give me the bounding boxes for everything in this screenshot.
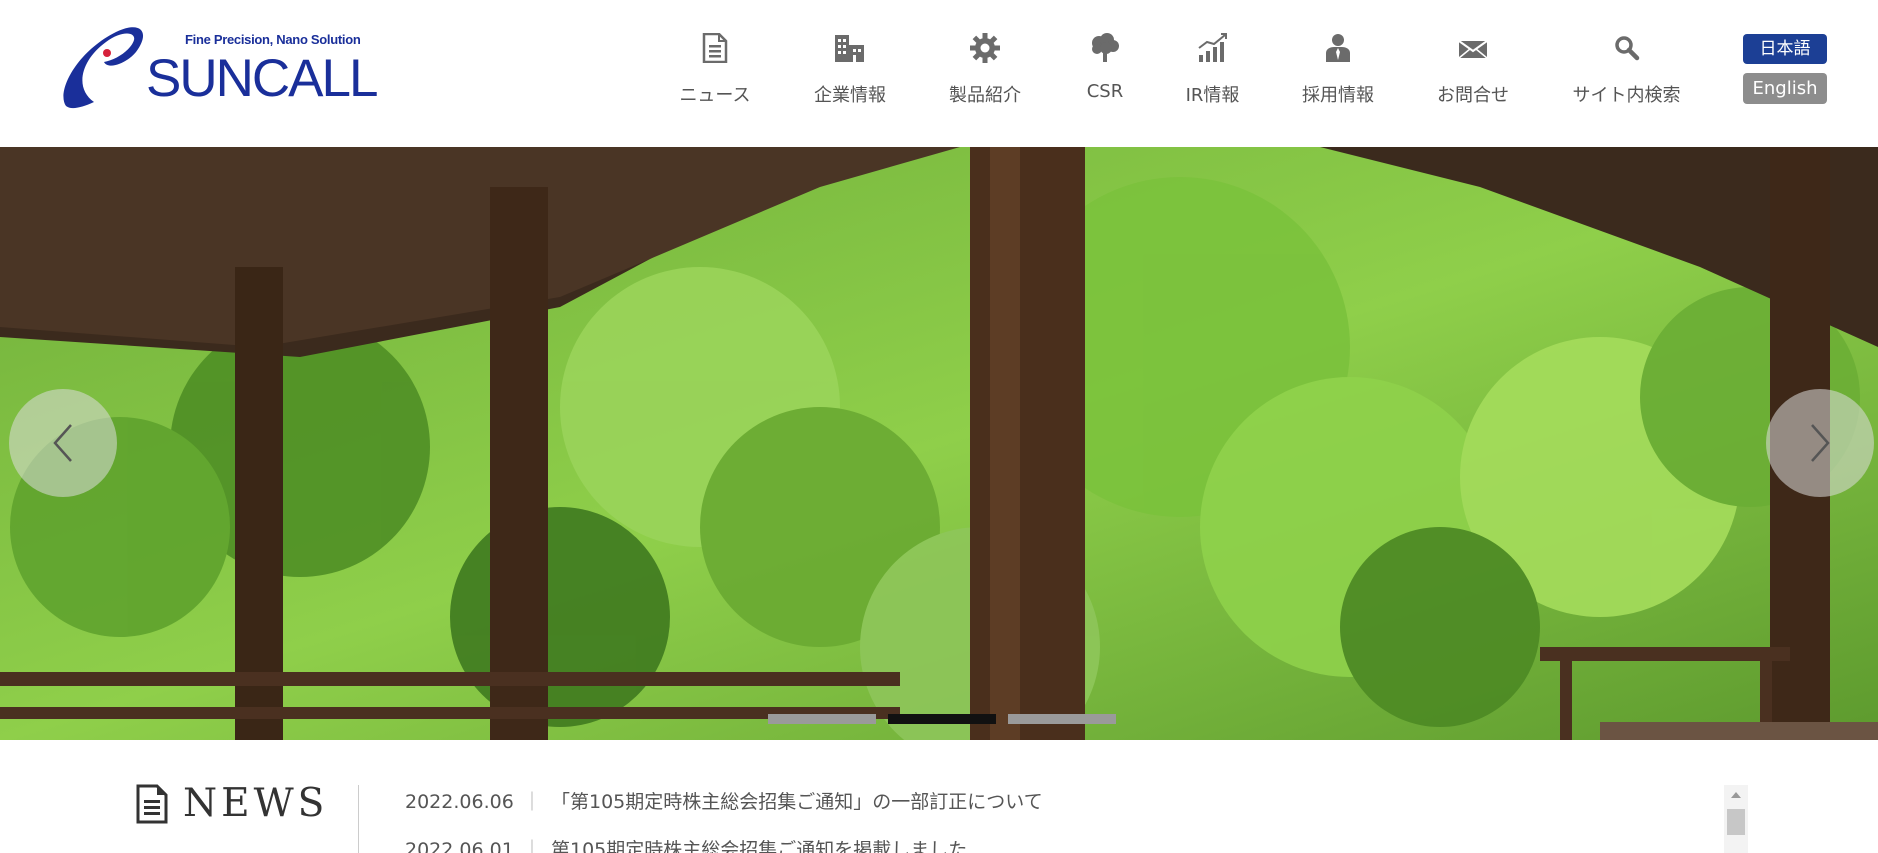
scroll-thumb[interactable] (1727, 809, 1745, 835)
nav-label-recruit: 採用情報 (1302, 85, 1374, 106)
slider-dot[interactable] (888, 714, 996, 724)
logo-tagline: Fine Precision, Nano Solution (185, 32, 361, 47)
slider-pagination (768, 714, 1118, 724)
news-title-link[interactable]: 第105期定時株主総会招集ご通知を掲載しました (551, 839, 967, 853)
news-title-link[interactable]: 「第105期定時株主総会招集ご通知」の一部訂正について (551, 791, 1043, 813)
document-icon (136, 784, 168, 824)
logo-swoosh-icon (63, 27, 144, 109)
scroll-up-button[interactable] (1724, 785, 1748, 805)
language-japanese-button[interactable]: 日本語 (1743, 34, 1827, 64)
news-separator: ｜ (522, 791, 542, 813)
nav-label-products: 製品紹介 (949, 85, 1021, 106)
slider-dot[interactable] (768, 714, 876, 724)
nav-label-company: 企業情報 (814, 85, 886, 106)
nav-label-csr: CSR (1086, 81, 1124, 102)
person-icon (1320, 30, 1356, 66)
nav-item-news[interactable]: ニュース (665, 30, 765, 110)
nav-label-search: サイト内検索 (1572, 85, 1681, 106)
news-date: 2022.06.06 (405, 791, 514, 813)
document-icon (697, 30, 733, 66)
nav-label-contact: お問合せ (1437, 85, 1509, 106)
nav-label-news: ニュース (679, 85, 751, 106)
news-scrollbar[interactable] (1724, 785, 1748, 853)
slider-next-button[interactable] (1766, 389, 1874, 497)
news-item[interactable]: 2022.06.06 ｜ 「第105期定時株主総会招集ご通知」の一部訂正について (405, 787, 1043, 813)
nav-item-recruit[interactable]: 採用情報 (1288, 30, 1388, 110)
site-header: Fine Precision, Nano Solution SUNCALL ニュ… (0, 0, 1878, 147)
news-item[interactable]: 2022.06.01 ｜ 第105期定時株主総会招集ご通知を掲載しました (405, 835, 967, 853)
nav-item-contact[interactable]: お問合せ (1423, 30, 1523, 110)
envelope-icon (1455, 30, 1491, 66)
building-icon (832, 30, 868, 66)
hero-slider (0, 147, 1878, 740)
nav-item-ir[interactable]: IR情報 (1175, 30, 1250, 110)
nav-label-ir: IR情報 (1185, 85, 1240, 106)
news-separator: ｜ (522, 839, 542, 853)
nav-item-search[interactable]: サイト内検索 (1560, 30, 1693, 110)
news-divider (358, 785, 359, 853)
news-date: 2022.06.01 (405, 839, 514, 853)
nav-item-products[interactable]: 製品紹介 (935, 30, 1035, 110)
logo-wordmark: SUNCALL (146, 49, 378, 108)
nav-item-company[interactable]: 企業情報 (800, 30, 900, 110)
news-heading: NEWS (135, 784, 328, 824)
gear-icon (967, 30, 1003, 66)
triangle-up-icon (1731, 792, 1741, 798)
news-heading-text: NEWS (183, 781, 329, 826)
chevron-right-icon (1811, 424, 1830, 462)
tree-icon (1087, 30, 1123, 66)
slider-dot[interactable] (1008, 714, 1116, 724)
chevron-left-icon (53, 424, 72, 462)
nav-item-csr[interactable]: CSR (1070, 30, 1140, 110)
slider-prev-button[interactable] (9, 389, 117, 497)
hero-garden-image (0, 147, 1878, 740)
news-section: NEWS 2022.06.06 ｜ 「第105期定時株主総会招集ご通知」の一部訂正に… (0, 740, 1878, 853)
chart-icon (1195, 30, 1231, 66)
suncall-logo[interactable]: Fine Precision, Nano Solution SUNCALL (56, 22, 378, 114)
search-icon (1609, 30, 1645, 66)
language-english-button[interactable]: English (1743, 73, 1827, 104)
